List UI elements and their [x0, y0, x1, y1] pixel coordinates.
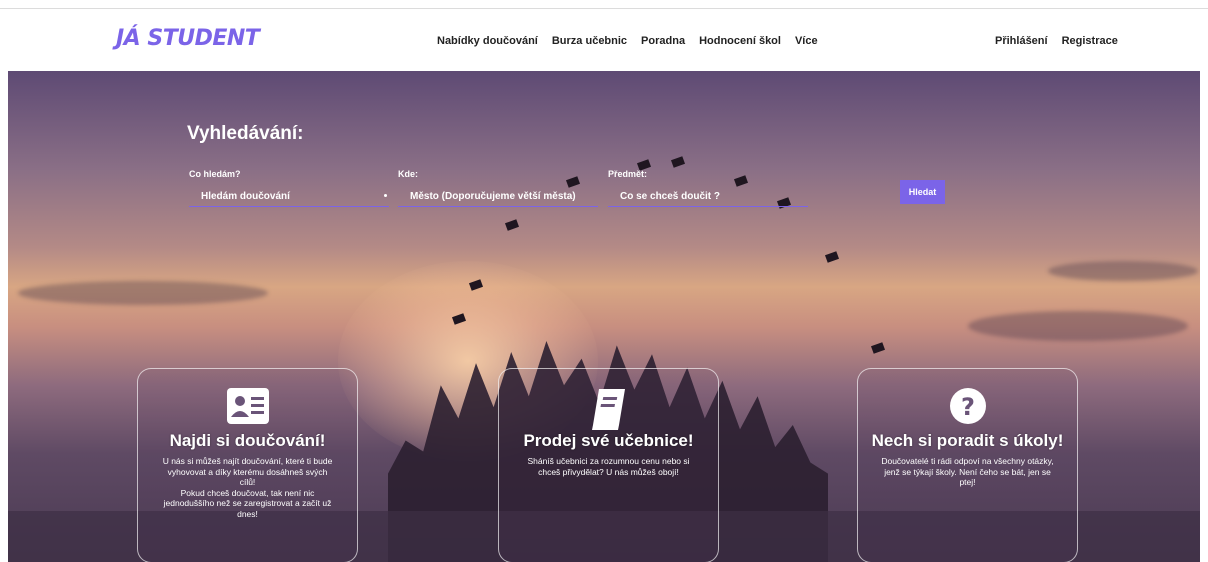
card-textbooks[interactable]: Prodej své učebnice! Sháníš učebnici za … [498, 368, 719, 562]
main-nav: Nabídky doučování Burza učebnic Poradna … [437, 35, 818, 47]
cloud [968, 311, 1188, 341]
card-title: Nech si poradit s úkoly! [871, 431, 1064, 450]
city-input[interactable]: Město (Doporučujeme větší města) [398, 185, 598, 207]
question-circle-icon: ? [949, 387, 987, 430]
field-label-where: Kde: [398, 169, 418, 179]
cloud [18, 281, 268, 305]
search-button[interactable]: Hledat [900, 180, 945, 204]
card-text: Doučovatelé ti rádi odpoví na všechny ot… [881, 456, 1054, 487]
nav-item-nabidky[interactable]: Nabídky doučování [437, 35, 538, 47]
search-title: Vyhledávání: [187, 123, 304, 144]
graduation-cap-icon [824, 251, 840, 263]
hero-section: Vyhledávání: Co hledám? Hledám doučování… [8, 71, 1200, 562]
graduation-cap-icon [870, 342, 886, 354]
subject-input-value: Co se chceš doučit ? [620, 191, 721, 202]
card-tutoring[interactable]: Najdi si doučování! U nás si můžeš najít… [137, 368, 358, 562]
graduation-cap-icon [504, 219, 520, 231]
nav-item-vice[interactable]: Více [795, 35, 818, 47]
what-select-value: Hledám doučování [201, 191, 290, 202]
register-link[interactable]: Registrace [1062, 35, 1118, 47]
svg-text:?: ? [961, 393, 975, 421]
card-title: Najdi si doučování! [169, 431, 326, 450]
nav-item-hodnoceni[interactable]: Hodnocení škol [699, 35, 781, 47]
login-link[interactable]: Přihlášení [995, 35, 1048, 47]
id-card-icon [226, 387, 270, 430]
city-input-value: Město (Doporučujeme větší města) [410, 191, 576, 202]
subject-input[interactable]: Co se chceš doučit ? [608, 185, 808, 207]
card-text: Sháníš učebnici za rozumnou cenu nebo si… [527, 456, 690, 477]
card-text: U nás si můžeš najít doučování, které ti… [162, 456, 333, 519]
nav-item-burza[interactable]: Burza učebnic [552, 35, 627, 47]
card-title: Prodej své učebnice! [523, 431, 694, 450]
what-select[interactable]: Hledám doučování [189, 185, 389, 207]
cloud [1048, 261, 1198, 281]
auth-links: Přihlášení Registrace [995, 35, 1118, 47]
field-label-subject: Předmět: [608, 169, 648, 179]
logo[interactable]: JÁ STUDENT [116, 26, 260, 51]
header: JÁ STUDENT Nabídky doučování Burza učebn… [0, 9, 1208, 71]
dropdown-icon [384, 194, 387, 197]
nav-item-poradna[interactable]: Poradna [641, 35, 685, 47]
card-advice[interactable]: ? Nech si poradit s úkoly! Doučovatelé t… [857, 368, 1078, 562]
field-label-what: Co hledám? [189, 169, 241, 179]
graduation-cap-icon [670, 156, 686, 168]
